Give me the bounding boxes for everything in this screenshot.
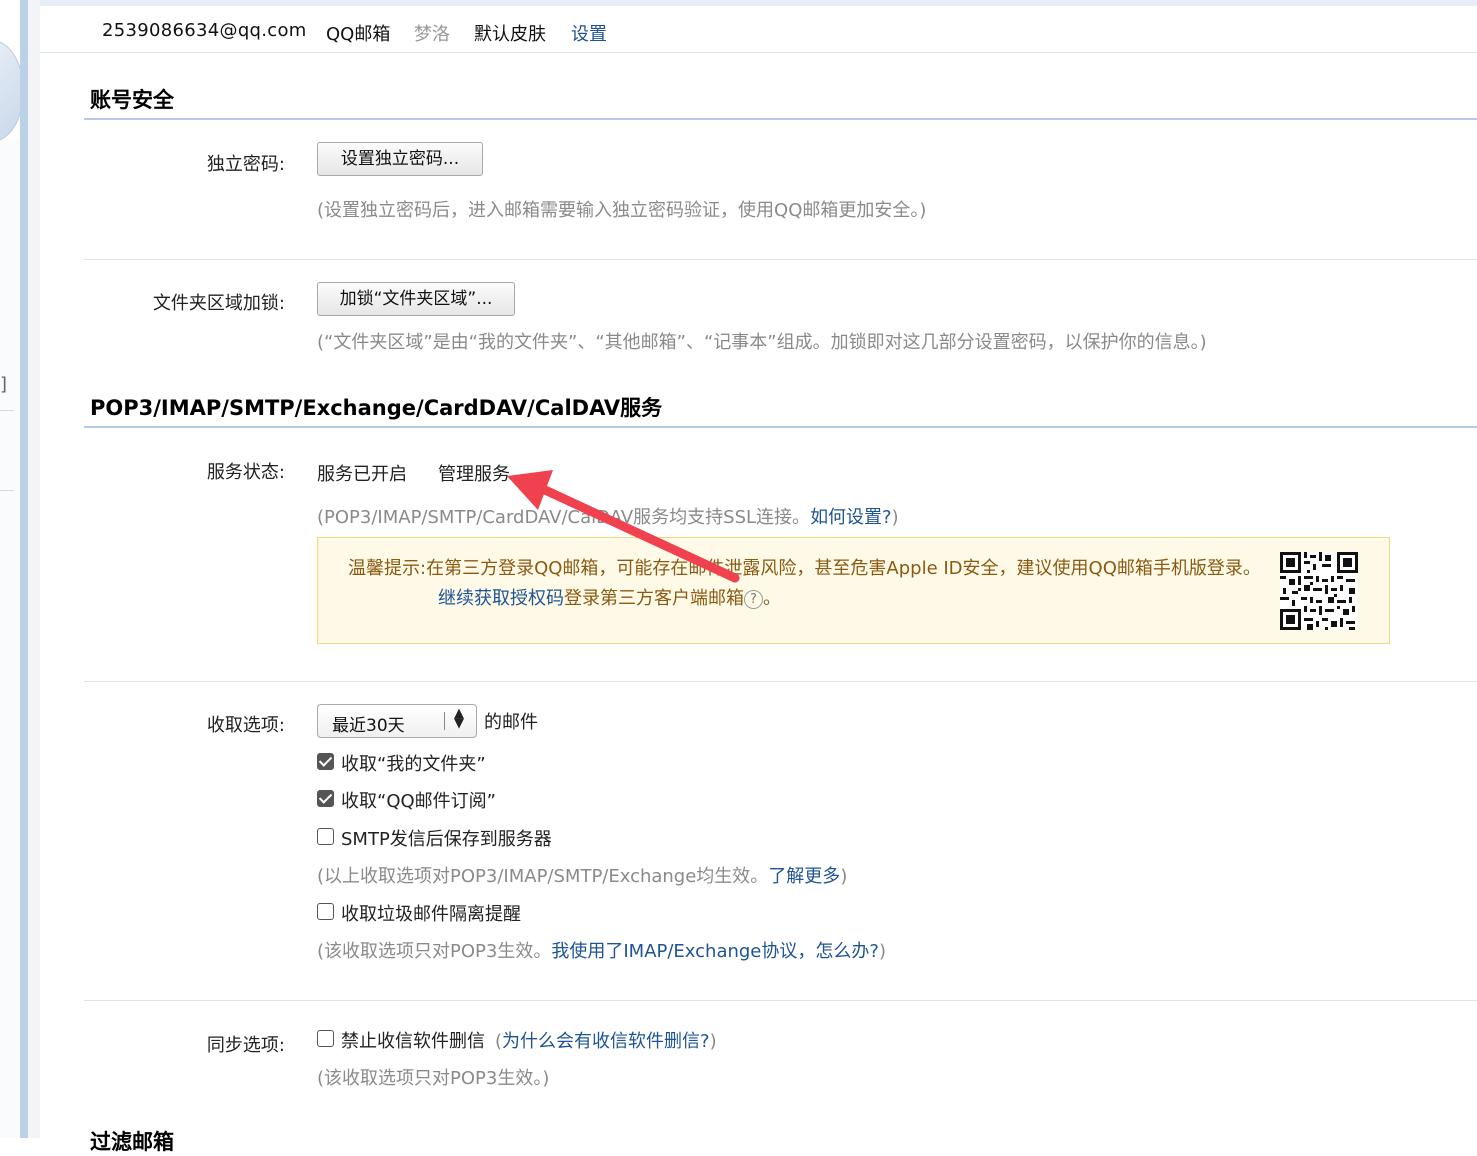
warning-label: 温馨提示: (348, 558, 427, 579)
row-divider (84, 259, 1477, 260)
row-divider (84, 681, 1477, 682)
settings-link[interactable]: 设置 (571, 20, 607, 46)
checkbox-label: 收取垃圾邮件隔离提醒 (341, 904, 521, 925)
section-title-services: POP3/IMAP/SMTP/Exchange/CardDAV/CalDAV服务 (90, 396, 663, 420)
checkbox-label: 收取“我的文件夹” (341, 754, 486, 775)
how-to-setup-link[interactable]: 如何设置? (810, 507, 892, 528)
ssl-hint: (POP3/IMAP/SMTP/CardDAV/CalDAV服务均支持SSL连接… (317, 503, 899, 529)
settings-header: 2539086634@qq.com QQ邮箱 梦洛 默认皮肤 设置 (40, 6, 1477, 53)
set-password-button[interactable]: 设置独立密码... (317, 142, 483, 176)
sync-options-label: 同步选项: (206, 1035, 285, 1056)
get-auth-code-link[interactable]: 继续获取授权码 (438, 588, 564, 609)
service-status-value: 服务已开启 (317, 464, 407, 485)
imap-exchange-help-link[interactable]: 我使用了IMAP/Exchange协议，怎么办? (551, 941, 879, 962)
section-underline (84, 118, 1477, 120)
receive-hint: (以上收取选项对POP3/IMAP/SMTP/Exchange均生效。了解更多) (317, 862, 847, 888)
checkbox-label: 禁止收信软件删信 (341, 1031, 485, 1052)
checkbox-spam-quarantine[interactable] (317, 903, 334, 920)
qq-mail-link[interactable]: QQ邮箱 (326, 20, 390, 46)
warning-message: 在第三方登录QQ邮箱，可能存在邮件泄露风险，甚至危害Apple ID安全，建议使… (426, 558, 1261, 579)
checkbox-label: SMTP发信后保存到服务器 (341, 829, 552, 850)
learn-more-link[interactable]: 了解更多 (768, 866, 840, 887)
manage-service-link[interactable]: 管理服务 (438, 460, 510, 486)
receive-hint-text: (以上收取选项对POP3/IMAP/SMTP/Exchange均生效。 (317, 866, 769, 887)
password-hint: (设置独立密码后，进入邮箱需要输入独立密码验证，使用QQ邮箱更加安全。) (317, 200, 927, 221)
left-gutter (28, 0, 40, 1138)
why-delete-link[interactable]: 为什么会有收信软件删信? (502, 1031, 710, 1052)
nickname: 梦洛 (414, 24, 450, 45)
receive-options-label: 收取选项: (206, 715, 285, 736)
qr-code-icon (1280, 552, 1358, 630)
checkbox-receive-qq-subscription[interactable] (317, 790, 334, 807)
folder-lock-hint: (“文件夹区域”是由“我的文件夹”、“其他邮箱”、“记事本”组成。加锁即对这几部… (317, 332, 1207, 353)
row-divider (84, 1000, 1477, 1001)
left-scroll-strip (20, 0, 28, 1138)
warning-text: 温馨提示:在第三方登录QQ邮箱，可能存在邮件泄露风险，甚至危害Apple ID安… (348, 554, 1261, 580)
section-title-filter-mailbox: 过滤邮箱 (90, 1130, 174, 1154)
help-icon[interactable]: ? (744, 590, 763, 609)
left-divider (0, 490, 14, 491)
sync-hint: (该收取选项只对POP3生效。) (317, 1068, 550, 1089)
section-underline (84, 426, 1477, 428)
warning-link-suffix: 登录第三方客户端邮箱 (564, 588, 744, 609)
receive-hint-close: ) (840, 866, 848, 887)
service-status-label: 服务状态: (206, 462, 285, 483)
left-sidebar-panel (0, 140, 21, 1138)
pop3-only-hint: (该收取选项只对POP3生效。我使用了IMAP/Exchange协议，怎么办?) (317, 937, 886, 963)
checkbox-label: 收取“QQ邮件订阅” (341, 791, 496, 812)
pop3-only-hint-text: (该收取选项只对POP3生效。 (317, 941, 552, 962)
section-title-account-security: 账号安全 (90, 88, 174, 112)
checkbox-smtp-save-to-server[interactable] (317, 828, 334, 845)
folder-lock-label: 文件夹区域加锁: (152, 293, 285, 314)
checkbox-prevent-client-delete[interactable] (317, 1030, 334, 1047)
left-bracket-glyph: ] (0, 374, 8, 395)
receive-range-select[interactable]: 最近30天 ▲ ▼ (317, 704, 477, 738)
select-updown-icon: ▲ ▼ (454, 706, 464, 731)
sync-link-open: ( (495, 1031, 503, 1052)
pop3-only-hint-close: ) (878, 941, 886, 962)
checkbox-receive-my-folders[interactable] (317, 753, 334, 770)
folder-lock-button[interactable]: 加锁“文件夹区域”... (317, 282, 515, 316)
receive-range-suffix: 的邮件 (484, 712, 538, 733)
account-email: 2539086634@qq.com (102, 20, 307, 41)
sync-link-close: ) (709, 1031, 717, 1052)
ssl-hint-close: ) (891, 507, 899, 528)
warning-auth-line: 继续获取授权码登录第三方客户端邮箱?。 (438, 584, 781, 610)
skin-link[interactable]: 默认皮肤 (474, 20, 546, 46)
select-separator (444, 712, 445, 730)
receive-range-value: 最近30天 (332, 716, 405, 736)
warning-end: 。 (763, 588, 781, 609)
password-label: 独立密码: (206, 154, 285, 175)
ssl-hint-text: (POP3/IMAP/SMTP/CardDAV/CalDAV服务均支持SSL连接… (317, 507, 811, 528)
sync-option-line: 禁止收信软件删信 (为什么会有收信软件删信?) (341, 1027, 717, 1053)
left-divider (0, 410, 14, 411)
warning-box: 温馨提示:在第三方登录QQ邮箱，可能存在邮件泄露风险，甚至危害Apple ID安… (317, 537, 1390, 644)
